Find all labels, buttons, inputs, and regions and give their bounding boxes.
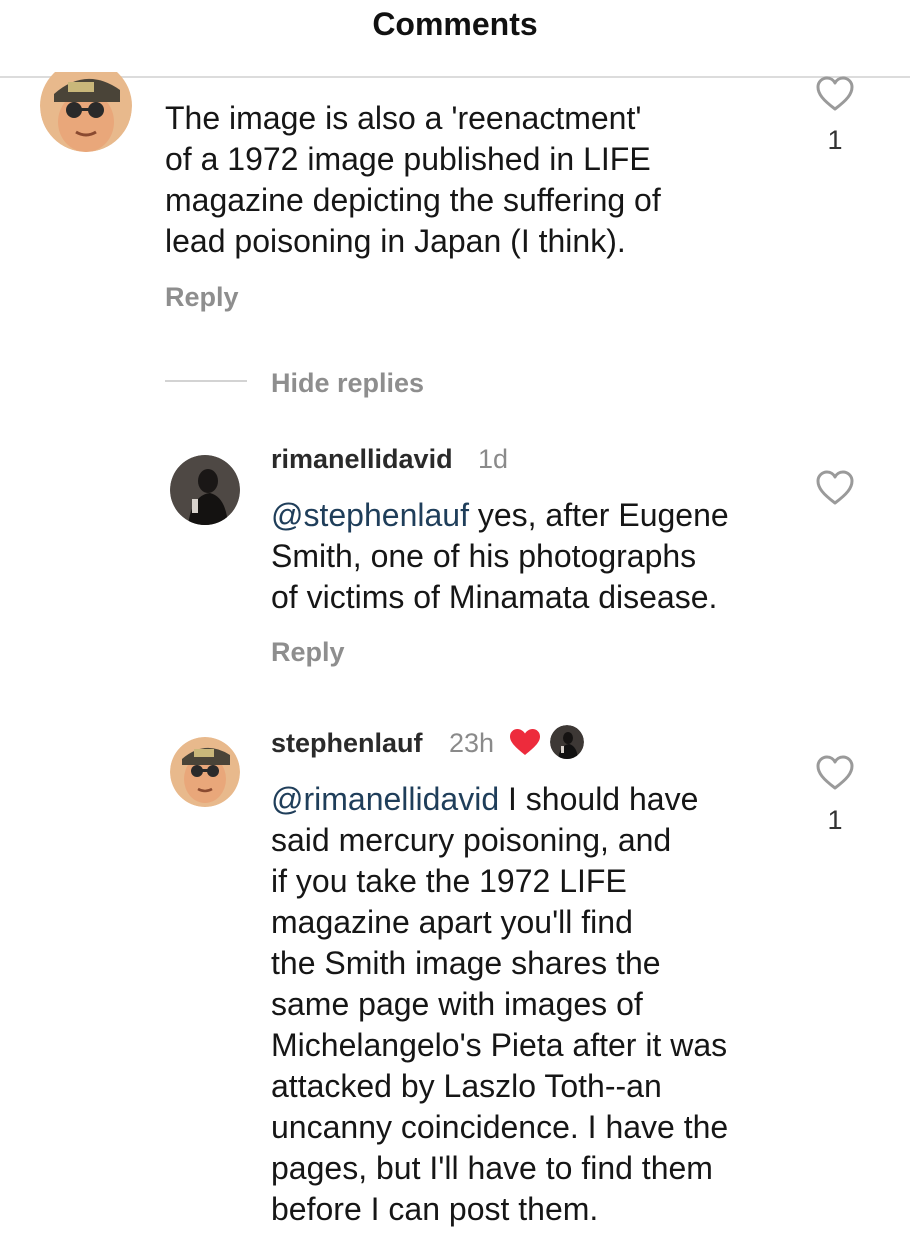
- reply-avatar[interactable]: [170, 737, 240, 807]
- reply-line: Smith, one of his photographs: [271, 538, 697, 574]
- reply-line: the Smith image shares the: [271, 945, 661, 981]
- reply-username[interactable]: rimanellidavid: [271, 444, 453, 475]
- like-count: 1: [827, 805, 843, 835]
- reply-line: said mercury poisoning, and: [271, 822, 672, 858]
- like-heart-icon[interactable]: [815, 755, 855, 791]
- mention-link[interactable]: @rimanellidavid: [271, 781, 499, 817]
- reply-line: before I can post them.: [271, 1191, 599, 1227]
- author-mini-avatar: [550, 725, 584, 759]
- avatar-dark-portrait-icon: [170, 455, 240, 525]
- comment-line: of a 1972 image published in LIFE: [165, 141, 651, 177]
- reply-text: yes, after Eugene: [468, 497, 729, 533]
- reply-line: of victims of Minamata disease.: [271, 579, 718, 615]
- reply-username[interactable]: stephenlauf: [271, 728, 423, 759]
- comment-line: magazine depicting the suffering of: [165, 182, 661, 218]
- page-title: Comments: [372, 6, 538, 42]
- avatar-dark-portrait-icon: [550, 725, 584, 759]
- reply-text: I should have: [499, 781, 699, 817]
- avatar-man-cap-glasses-icon: [40, 72, 132, 152]
- hide-replies-button[interactable]: Hide replies: [271, 368, 424, 399]
- reply-button[interactable]: Reply: [165, 282, 239, 313]
- reply-line: attacked by Laszlo Toth--an: [271, 1068, 662, 1104]
- reply-body: @rimanellidavid I should have said mercu…: [271, 779, 728, 1230]
- comments-screen: Comments The image is also a 'reenactmen…: [0, 0, 910, 1247]
- like-heart-icon[interactable]: [815, 76, 855, 112]
- reply-line: magazine apart you'll find: [271, 904, 633, 940]
- like-count: 1: [827, 125, 843, 155]
- like-heart-icon[interactable]: [815, 470, 855, 506]
- reply-line: @rimanellidavid I should have: [271, 779, 728, 820]
- reply-line: pages, but I'll have to find them: [271, 1150, 713, 1186]
- avatar-man-cap-glasses-icon: [170, 737, 240, 807]
- liked-by-author-heart-icon: [509, 728, 541, 756]
- reply-line: same page with images of: [271, 986, 643, 1022]
- reply-avatar[interactable]: [170, 455, 240, 525]
- reply-line: if you take the 1972 LIFE: [271, 863, 627, 899]
- comment-body: The image is also a 'reenactment' of a 1…: [165, 98, 661, 262]
- reply-body: @stephenlauf yes, after Eugene Smith, on…: [271, 495, 729, 618]
- reply-timestamp: 23h: [449, 728, 495, 758]
- reply-line: Michelangelo's Pieta after it was: [271, 1027, 728, 1063]
- replies-divider: [165, 380, 247, 382]
- comments-header: Comments: [0, 0, 910, 78]
- comment-line: The image is also a 'reenactment': [165, 100, 642, 136]
- reply-line: uncanny coincidence. I have the: [271, 1109, 729, 1145]
- reply-line: @stephenlauf yes, after Eugene: [271, 495, 729, 536]
- reply-timestamp: 1d: [478, 444, 509, 474]
- reply-button[interactable]: Reply: [271, 637, 345, 668]
- commenter-avatar[interactable]: [40, 72, 132, 152]
- comment-line: lead poisoning in Japan (I think).: [165, 223, 626, 259]
- mention-link[interactable]: @stephenlauf: [271, 497, 469, 533]
